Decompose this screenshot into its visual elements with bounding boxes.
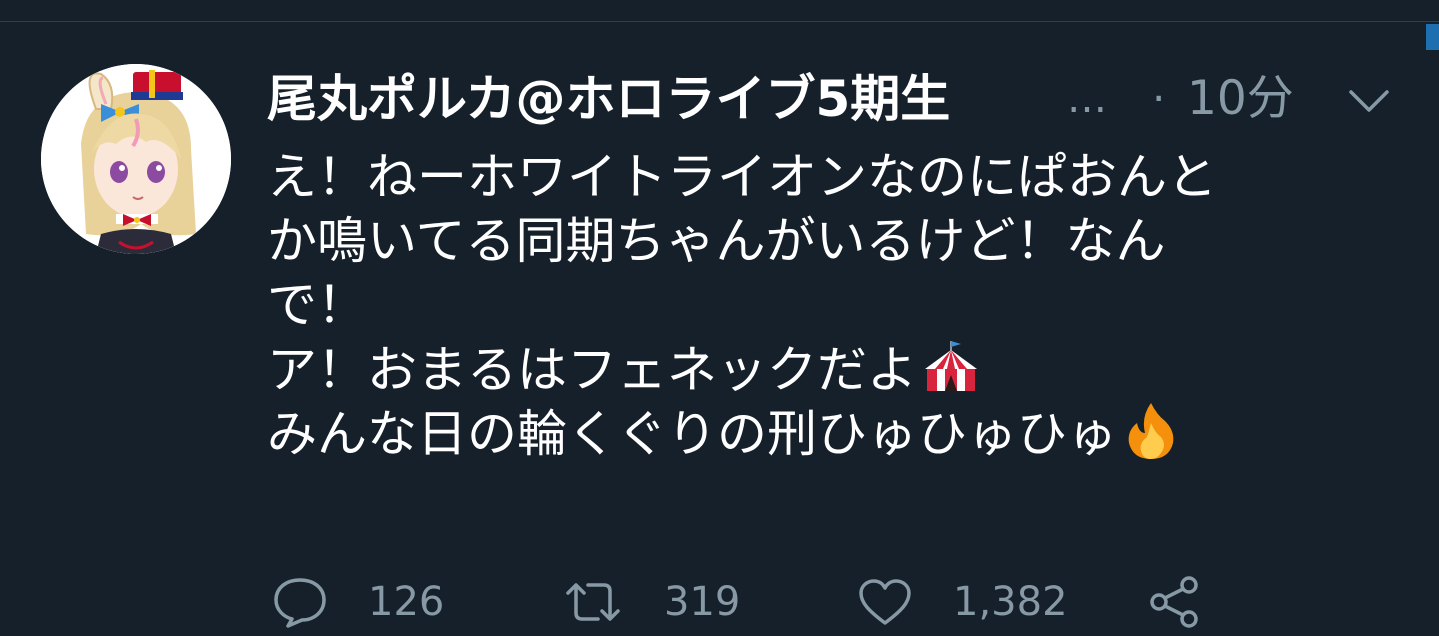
tweet-text-line: か鳴いてる同期ちゃんがいるけど！なん — [267, 212, 1166, 270]
retweet-button[interactable]: 319 — [562, 572, 740, 632]
tweet-header: 尾丸ポルカ@ホロライブ5期生 … · 10分 — [267, 64, 1397, 134]
fire-icon — [1128, 403, 1174, 459]
chevron-down-icon[interactable] — [1347, 82, 1391, 118]
tweet-text: え！ねーホワイトライオンなのにぱおんと か鳴いてる同期ちゃんがいるけど！なん で… — [267, 145, 1397, 465]
meta-separator: · — [1152, 74, 1166, 123]
retweet-count: 319 — [664, 579, 741, 625]
reply-icon — [274, 578, 326, 628]
heart-icon — [859, 579, 911, 625]
tweet-text-segment: みんな日の輪くぐりの刑ひゅひゅひゅ — [267, 405, 1117, 463]
top-divider — [0, 21, 1439, 22]
name-truncation: … — [1067, 76, 1107, 122]
tweet-text-line: で！ — [267, 276, 367, 334]
tweet-text-segment: ア！おまるはフェネックだよ — [267, 341, 917, 399]
reply-count: 126 — [368, 579, 445, 625]
like-count: 1,382 — [953, 579, 1068, 625]
tweet-text-line-with-emoji: みんな日の輪くぐりの刑ひゅひゅひゅ — [267, 401, 1397, 465]
retweet-icon — [566, 583, 620, 621]
avatar[interactable] — [41, 64, 231, 254]
timestamp[interactable]: 10分 — [1187, 68, 1294, 130]
tweet-actions: 126 319 1,382 — [272, 572, 1232, 636]
scroll-marker — [1426, 24, 1439, 50]
share-button[interactable] — [1147, 572, 1203, 632]
circus-tent-icon — [925, 341, 977, 391]
author-name[interactable]: 尾丸ポルカ@ホロライブ5期生 — [267, 68, 950, 130]
tweet-text-line: え！ねーホワイトライオンなのにぱおんと — [267, 148, 1217, 206]
share-icon — [1150, 576, 1198, 628]
reply-button[interactable]: 126 — [272, 572, 444, 632]
avatar-image — [41, 64, 231, 254]
like-button[interactable]: 1,382 — [857, 572, 1068, 632]
tweet-text-line-with-emoji: ア！おまるはフェネックだよ — [267, 337, 1397, 401]
